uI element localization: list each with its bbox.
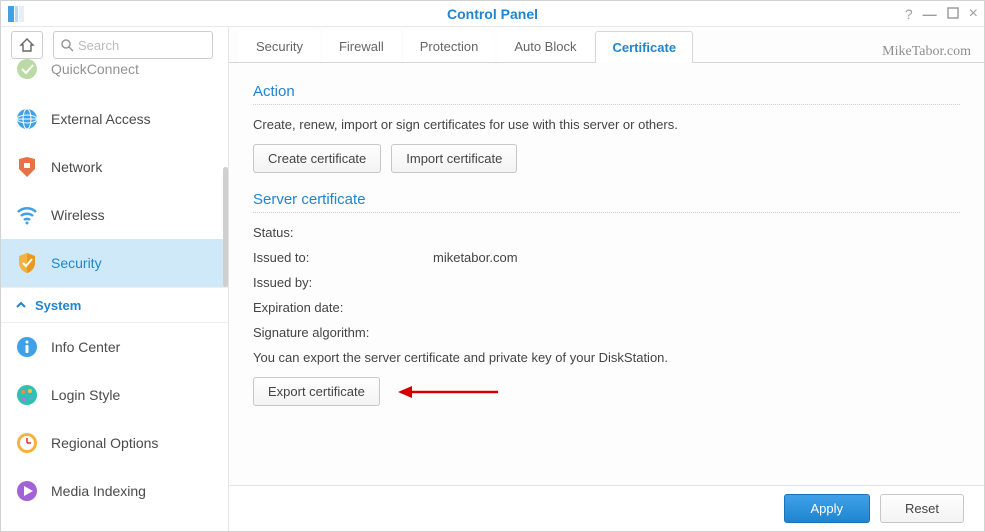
issued-to-label: Issued to: xyxy=(253,250,433,265)
globe-icon xyxy=(15,107,39,131)
clock-icon xyxy=(15,431,39,455)
tab-firewall[interactable]: Firewall xyxy=(322,30,401,62)
expiration-label: Expiration date: xyxy=(253,300,433,315)
sidebar-item-external-access[interactable]: External Access xyxy=(1,95,228,143)
export-certificate-button[interactable]: Export certificate xyxy=(253,377,380,406)
annotation-arrow-icon xyxy=(398,382,498,402)
sidebar-item-wireless[interactable]: Wireless xyxy=(1,191,228,239)
expiration-row: Expiration date: xyxy=(253,300,960,315)
close-icon[interactable]: × xyxy=(969,6,978,22)
palette-icon xyxy=(15,383,39,407)
issued-to-value: miketabor.com xyxy=(433,250,518,265)
sidebar-item-login-style[interactable]: Login Style xyxy=(1,371,228,419)
export-desc: You can export the server certificate an… xyxy=(253,350,960,365)
sidebar-item-label: Network xyxy=(51,159,102,175)
tab-protection[interactable]: Protection xyxy=(403,30,496,62)
home-icon xyxy=(19,37,35,53)
signature-row: Signature algorithm: xyxy=(253,325,960,340)
sidebar-section-label: System xyxy=(35,298,81,313)
minimize-icon[interactable]: — xyxy=(923,7,937,21)
window-body: QuickConnect External Access Network Wir… xyxy=(1,27,984,531)
info-icon xyxy=(15,335,39,359)
sidebar-section-system[interactable]: System xyxy=(1,287,228,323)
server-cert-title: Server certificate xyxy=(253,191,960,208)
issued-to-row: Issued to: miketabor.com xyxy=(253,250,960,265)
sidebar-item-label: External Access xyxy=(51,111,151,127)
sidebar-item-label: Wireless xyxy=(51,207,105,223)
footer: Apply Reset xyxy=(229,485,984,531)
quickconnect-icon xyxy=(15,57,39,81)
content-area: Security Firewall Protection Auto Block … xyxy=(229,27,984,531)
action-buttons: Create certificate Import certificate xyxy=(253,144,960,173)
sidebar-item-label: QuickConnect xyxy=(51,61,139,77)
chevron-up-icon xyxy=(15,299,27,311)
reset-button[interactable]: Reset xyxy=(880,494,964,523)
tab-security[interactable]: Security xyxy=(239,30,320,62)
tabs: Security Firewall Protection Auto Block … xyxy=(229,27,984,63)
sidebar-item-regional-options[interactable]: Regional Options xyxy=(1,419,228,467)
tab-auto-block[interactable]: Auto Block xyxy=(497,30,593,62)
control-panel-window: Control Panel ? — × Quick xyxy=(0,0,985,532)
sidebar-item-label: Login Style xyxy=(51,387,120,403)
home-button[interactable] xyxy=(11,31,43,59)
help-icon[interactable]: ? xyxy=(905,7,913,21)
create-certificate-button[interactable]: Create certificate xyxy=(253,144,381,173)
tab-certificate[interactable]: Certificate xyxy=(595,31,693,63)
issued-by-row: Issued by: xyxy=(253,275,960,290)
divider xyxy=(253,212,960,213)
search-box[interactable] xyxy=(53,31,213,59)
titlebar: Control Panel ? — × xyxy=(1,1,984,27)
maximize-icon[interactable] xyxy=(947,7,959,21)
window-title: Control Panel xyxy=(1,6,984,22)
sidebar-item-label: Media Indexing xyxy=(51,483,146,499)
status-row: Status: xyxy=(253,225,960,240)
sidebar-item-label: Security xyxy=(51,255,102,271)
signature-label: Signature algorithm: xyxy=(253,325,433,340)
sidebar-item-network[interactable]: Network xyxy=(1,143,228,191)
sidebar-item-media-indexing[interactable]: Media Indexing xyxy=(1,467,228,515)
shield-icon xyxy=(15,251,39,275)
action-desc: Create, renew, import or sign certificat… xyxy=(253,117,960,132)
sidebar-scrollbar[interactable] xyxy=(223,167,228,287)
apply-button[interactable]: Apply xyxy=(784,494,871,523)
window-controls: ? — × xyxy=(905,1,978,27)
divider xyxy=(253,104,960,105)
sidebar-item-quickconnect[interactable]: QuickConnect xyxy=(1,63,228,95)
wifi-icon xyxy=(15,203,39,227)
media-icon xyxy=(15,479,39,503)
search-input[interactable] xyxy=(78,38,206,53)
sidebar-item-label: Info Center xyxy=(51,339,120,355)
certificate-panel: Action Create, renew, import or sign cer… xyxy=(229,63,984,485)
status-label: Status: xyxy=(253,225,433,240)
search-icon xyxy=(60,38,74,52)
sidebar-item-info-center[interactable]: Info Center xyxy=(1,323,228,371)
sidebar-item-label: Regional Options xyxy=(51,435,158,451)
action-title: Action xyxy=(253,83,960,100)
sidebar: QuickConnect External Access Network Wir… xyxy=(1,27,229,531)
import-certificate-button[interactable]: Import certificate xyxy=(391,144,517,173)
network-icon xyxy=(15,155,39,179)
sidebar-item-security[interactable]: Security xyxy=(1,239,228,287)
issued-by-label: Issued by: xyxy=(253,275,433,290)
watermark: MikeTabor.com xyxy=(882,44,971,60)
